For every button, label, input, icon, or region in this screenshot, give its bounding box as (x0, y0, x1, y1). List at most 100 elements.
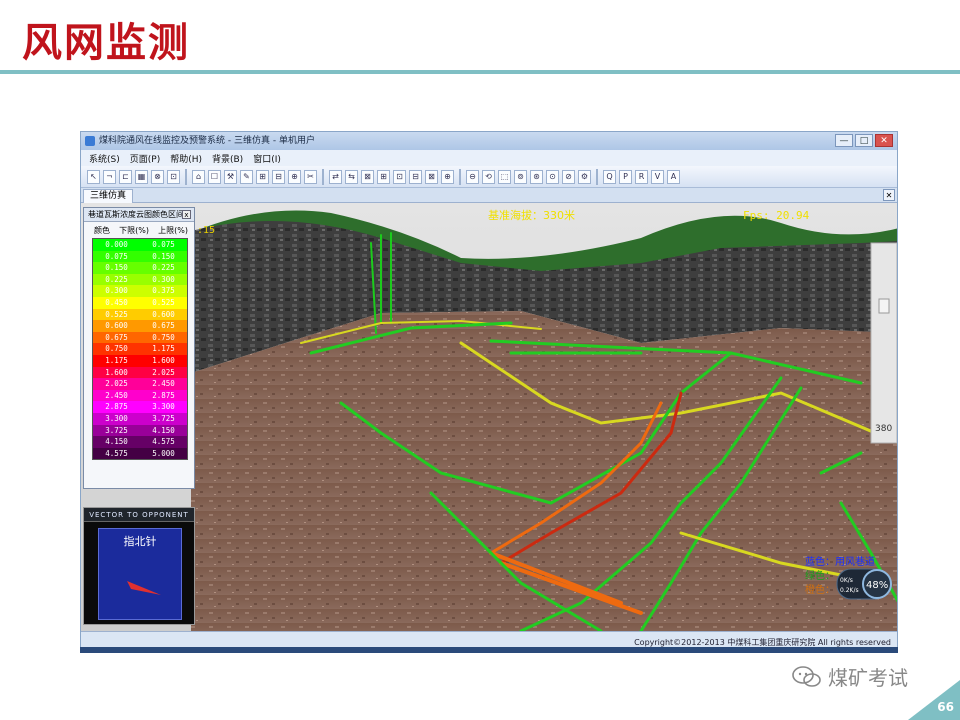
toolbar-tool-icon[interactable]: ⊞ (377, 169, 390, 184)
toolbar-tool-icon[interactable]: ▦ (135, 169, 148, 184)
menu-system[interactable]: 系统(S) (89, 152, 120, 165)
legend-row: 0.525 0.600 (93, 308, 187, 321)
3d-viewport[interactable]: 380 :15 基准海拔：330米 Fps: 20.94 蓝色：用风巷道 绿色：… (81, 203, 898, 631)
toolbar-tool-icon[interactable]: ⊏ (119, 169, 132, 184)
menubar: 系统(S) 页面(P) 帮助(H) 背景(B) 窗口(I) (81, 150, 897, 166)
legend-row: 2.875 3.300 (93, 401, 187, 413)
toolbar-tool-icon[interactable]: ⟲ (482, 169, 495, 184)
toolbar-tool-icon[interactable]: ⌂ (192, 169, 205, 184)
menu-window[interactable]: 窗口(I) (253, 152, 281, 165)
legend-row: 0.000 0.075 (93, 239, 187, 251)
legend-upper-value: 0.075 (152, 240, 175, 249)
legend-close-button[interactable]: x (182, 210, 191, 219)
toolbar-tool-icon[interactable]: ⊟ (272, 169, 285, 184)
toolbar-tool-icon[interactable]: ⊗ (151, 169, 164, 184)
left-readout: :15 (197, 225, 215, 236)
legend-upper-value: 2.025 (152, 367, 175, 377)
legend-lower-value: 2.450 (105, 390, 128, 400)
close-button[interactable]: ✕ (875, 134, 893, 147)
legend-upper-value: 2.875 (152, 390, 175, 400)
toolbar-tool-icon[interactable]: ⊙ (546, 169, 559, 184)
menu-help[interactable]: 帮助(H) (170, 152, 202, 165)
legend-row: 0.075 0.150 (93, 250, 187, 263)
toolbar-tool-icon[interactable]: ⊞ (256, 169, 269, 184)
gauge-up: 0K/s (840, 577, 853, 584)
compass-header: VECTOR TO OPPONENT (84, 508, 194, 522)
legend-column-headers: 颜色 下限(%) 上限(%) (84, 222, 194, 238)
toolbar-tool-icon[interactable]: ⚙ (578, 169, 591, 184)
window-titlebar[interactable]: 煤科院通风在线监控及预警系统 - 三维仿真 - 单机用户 — □ ✕ (81, 132, 897, 150)
menu-background[interactable]: 背景(B) (212, 152, 243, 165)
toolbar-tool-icon[interactable]: ⇄ (329, 169, 342, 184)
legend-lower-value: 4.150 (105, 437, 128, 447)
legend-upper-value: 0.375 (152, 286, 175, 296)
toolbar-tool-icon[interactable]: ✂ (304, 169, 317, 184)
legend-row: 0.600 0.675 (93, 320, 187, 332)
toolbar-tool-icon[interactable]: ¬ (103, 169, 116, 184)
legend-lower-value: 3.725 (105, 425, 128, 435)
legend-row: 1.175 1.600 (93, 354, 187, 367)
toolbar-letter-button[interactable]: Q (603, 169, 616, 184)
toolbar-tool-icon[interactable]: ⊡ (393, 169, 406, 184)
page-number: 66 (937, 700, 954, 714)
toolbar-separator (596, 168, 598, 185)
toolbar-letter-button[interactable]: R (635, 169, 648, 184)
toolbar-tool-icon[interactable]: ⊘ (562, 169, 575, 184)
legend-upper-value: 0.225 (152, 263, 175, 273)
legend-col-upper: 上限(%) (158, 226, 188, 235)
tab-3d-simulation[interactable]: 三维仿真 (83, 189, 134, 203)
mine-3d-scene[interactable]: 380 :15 基准海拔：330米 Fps: 20.94 蓝色：用风巷道 绿色：… (81, 203, 898, 631)
app-icon (85, 136, 95, 146)
toolbar-separator (185, 168, 187, 185)
legend-green: 绿色： (805, 569, 835, 582)
legend-orange: 橙色： (805, 583, 835, 596)
legend-row: 3.300 3.725 (93, 412, 187, 425)
network-gauge: 0K/s 0.2K/s 48% (836, 568, 892, 600)
legend-row: 4.150 4.575 (93, 436, 187, 448)
base-elevation: 基准海拔：330米 (488, 208, 575, 222)
legend-lower-value: 0.300 (105, 286, 128, 296)
maximize-button[interactable]: □ (855, 134, 873, 147)
title-divider (0, 70, 960, 74)
toolbar-letter-button[interactable]: V (651, 169, 664, 184)
legend-lower-value: 2.875 (105, 402, 128, 412)
menu-page[interactable]: 页面(P) (130, 152, 160, 165)
slide-title: 风网监测 (22, 20, 190, 66)
compass-arrow-icon (127, 581, 161, 595)
toolbar-tool-icon[interactable]: ☐ (208, 169, 221, 184)
toolbar-tool-icon[interactable]: ⊡ (167, 169, 180, 184)
toolbar-letter-button[interactable]: P (619, 169, 632, 184)
toolbar-tool-icon[interactable]: ⬚ (498, 169, 511, 184)
toolbar-tool-icon[interactable]: ⇆ (345, 169, 358, 184)
window-controls: — □ ✕ (835, 134, 893, 147)
close-tab-button[interactable]: ✕ (883, 189, 895, 201)
legend-upper-value: 3.725 (152, 413, 175, 423)
toolbar-tool-icon[interactable]: ✎ (240, 169, 253, 184)
toolbar-letter-button[interactable]: A (667, 169, 680, 184)
gas-concentration-legend: 巷道瓦斯浓度云图颜色区间 x 颜色 下限(%) 上限(%) 0.000 0.075… (83, 207, 195, 489)
legend-row: 0.150 0.225 (93, 262, 187, 274)
toolbar-tool-icon[interactable]: ⊠ (361, 169, 374, 184)
legend-upper-value: 5.000 (152, 448, 175, 458)
toolbar-tool-icon[interactable]: ⊕ (288, 169, 301, 184)
toolbar-separator (459, 168, 461, 185)
toolbar-tool-icon[interactable]: ⊛ (530, 169, 543, 184)
toolbar-tool-icon[interactable]: ⊟ (409, 169, 422, 184)
legend-row: 2.450 2.875 (93, 389, 187, 402)
toolbar-tool-icon[interactable]: ↖ (87, 169, 100, 184)
legend-upper-value: 1.175 (152, 344, 175, 354)
legend-lower-value: 0.525 (105, 309, 128, 319)
document-tabbar: 三维仿真 ✕ (81, 188, 897, 203)
toolbar-tool-icon[interactable]: ⊚ (514, 169, 527, 184)
toolbar-tool-icon[interactable]: ⊖ (466, 169, 479, 184)
legend-lower-value: 1.175 (105, 355, 128, 365)
slider-value: 380 (875, 424, 892, 434)
toolbar-tool-icon[interactable]: ⊠ (425, 169, 438, 184)
page-number-badge: 66 (908, 680, 960, 720)
gauge-down: 0.2K/s (840, 587, 859, 594)
minimize-button[interactable]: — (835, 134, 853, 147)
fps-counter: Fps: 20.94 (743, 209, 810, 222)
legend-lower-value: 0.225 (105, 274, 128, 284)
toolbar-tool-icon[interactable]: ⊕ (441, 169, 454, 184)
toolbar-tool-icon[interactable]: ⚒ (224, 169, 237, 184)
